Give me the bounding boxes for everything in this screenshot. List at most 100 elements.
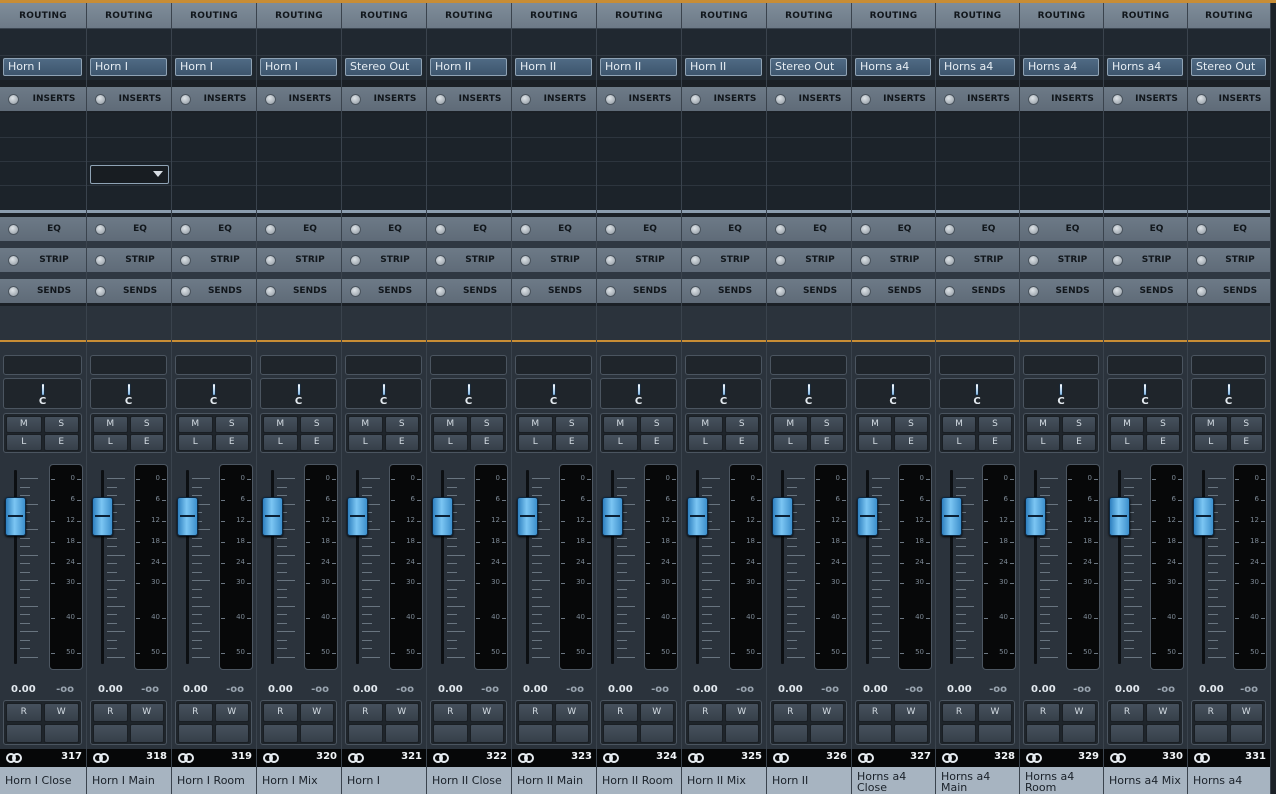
routing-input-slot[interactable] (597, 29, 681, 56)
solo-button[interactable]: S (894, 416, 928, 433)
channel-name-bar[interactable]: Horns a4 Room (1020, 767, 1103, 794)
edit-button[interactable]: E (554, 434, 589, 451)
input-gain-slot[interactable] (855, 355, 931, 375)
sends-section-header[interactable]: SENDS (936, 279, 1019, 303)
inserts-bypass-icon[interactable] (1028, 94, 1039, 105)
inserts-bypass-icon[interactable] (775, 94, 786, 105)
eq-bypass-icon[interactable] (860, 224, 871, 235)
channel-name-bar[interactable]: Horn I Close (0, 767, 86, 794)
mute-button[interactable]: M (1194, 416, 1228, 433)
sends-bypass-icon[interactable] (95, 286, 106, 297)
link-icon[interactable] (858, 753, 874, 763)
sends-section-header[interactable]: SENDS (512, 279, 596, 303)
write-automation-button[interactable]: W (894, 703, 928, 722)
solo-button[interactable]: S (384, 416, 419, 433)
write-automation-button[interactable]: W (299, 703, 334, 722)
strip-bypass-icon[interactable] (350, 255, 361, 266)
empty-button[interactable] (603, 724, 638, 743)
sends-bypass-icon[interactable] (520, 286, 531, 297)
output-routing-field[interactable]: Horn II (600, 58, 677, 76)
listen-button[interactable]: L (603, 434, 638, 451)
strip-section-header[interactable]: STRIP (1188, 248, 1270, 272)
strip-bypass-icon[interactable] (775, 255, 786, 266)
empty-button[interactable] (518, 724, 553, 743)
inserts-section-header[interactable]: INSERTS (1188, 87, 1270, 111)
channel-name-bar[interactable]: Horns a4 Main (936, 767, 1019, 794)
volume-fader-handle[interactable] (5, 497, 26, 536)
pan-indicator[interactable] (296, 383, 301, 396)
strip-section-header[interactable]: STRIP (172, 248, 256, 272)
edit-button[interactable]: E (129, 434, 164, 451)
volume-readout[interactable]: 0.00 (11, 684, 36, 695)
inserts-section-header[interactable]: INSERTS (342, 87, 426, 111)
listen-button[interactable]: L (348, 434, 383, 451)
peak-readout[interactable]: -oo (905, 684, 923, 695)
empty-button[interactable] (639, 724, 674, 743)
empty-button[interactable] (942, 724, 976, 743)
output-routing-field[interactable]: Horns a4 (939, 58, 1015, 76)
output-routing-field[interactable]: Horn II (515, 58, 592, 76)
pan-control[interactable]: C (1023, 378, 1099, 409)
empty-button[interactable] (384, 724, 419, 743)
routing-header[interactable]: ROUTING (0, 3, 86, 29)
sends-section-header[interactable]: SENDS (87, 279, 171, 303)
pan-indicator[interactable] (381, 383, 386, 396)
volume-fader-handle[interactable] (857, 497, 878, 536)
inserts-section-header[interactable]: INSERTS (172, 87, 256, 111)
mute-button[interactable]: M (263, 416, 298, 433)
pan-indicator[interactable] (891, 383, 895, 396)
pan-indicator[interactable] (551, 383, 556, 396)
inserts-bypass-icon[interactable] (520, 94, 531, 105)
input-gain-slot[interactable] (770, 355, 847, 375)
input-gain-slot[interactable] (1023, 355, 1099, 375)
link-icon[interactable] (773, 753, 789, 763)
edit-button[interactable]: E (299, 434, 334, 451)
empty-button[interactable] (554, 724, 589, 743)
volume-fader-handle[interactable] (92, 497, 113, 536)
inserts-bypass-icon[interactable] (265, 94, 276, 105)
solo-button[interactable]: S (639, 416, 674, 433)
read-automation-button[interactable]: R (518, 703, 553, 722)
read-automation-button[interactable]: R (6, 703, 42, 722)
inserts-bypass-icon[interactable] (350, 94, 361, 105)
solo-button[interactable]: S (1062, 416, 1096, 433)
solo-button[interactable]: S (214, 416, 249, 433)
output-routing-field[interactable]: Horn I (260, 58, 337, 76)
solo-button[interactable]: S (299, 416, 334, 433)
empty-button[interactable] (214, 724, 249, 743)
volume-readout[interactable]: 0.00 (523, 684, 548, 695)
link-icon[interactable] (688, 753, 704, 763)
peak-readout[interactable]: -oo (481, 684, 499, 695)
mute-button[interactable]: M (1110, 416, 1144, 433)
inserts-section-header[interactable]: INSERTS (852, 87, 935, 111)
volume-readout[interactable]: 0.00 (693, 684, 718, 695)
strip-bypass-icon[interactable] (605, 255, 616, 266)
empty-button[interactable] (688, 724, 723, 743)
strip-bypass-icon[interactable] (1112, 255, 1123, 266)
pan-indicator[interactable] (1143, 383, 1147, 396)
strip-bypass-icon[interactable] (944, 255, 955, 266)
output-routing-field[interactable]: Horns a4 (855, 58, 931, 76)
channel-name-bar[interactable]: Horn II Room (597, 767, 681, 794)
eq-bypass-icon[interactable] (690, 224, 701, 235)
volume-fader-handle[interactable] (432, 497, 453, 536)
mute-button[interactable]: M (348, 416, 383, 433)
write-automation-button[interactable]: W (384, 703, 419, 722)
empty-button[interactable] (433, 724, 468, 743)
listen-button[interactable]: L (1110, 434, 1144, 451)
routing-header[interactable]: ROUTING (342, 3, 426, 29)
routing-header[interactable]: ROUTING (172, 3, 256, 29)
channel-name-bar[interactable]: Horn II Close (427, 767, 511, 794)
sends-bypass-icon[interactable] (775, 286, 786, 297)
listen-button[interactable]: L (1026, 434, 1060, 451)
listen-button[interactable]: L (942, 434, 976, 451)
input-gain-slot[interactable] (3, 355, 82, 375)
empty-button[interactable] (809, 724, 844, 743)
read-automation-button[interactable]: R (688, 703, 723, 722)
edit-button[interactable]: E (1062, 434, 1096, 451)
sends-bypass-icon[interactable] (8, 286, 19, 297)
strip-bypass-icon[interactable] (180, 255, 191, 266)
input-gain-slot[interactable] (1107, 355, 1183, 375)
solo-button[interactable]: S (724, 416, 759, 433)
sends-section-header[interactable]: SENDS (852, 279, 935, 303)
